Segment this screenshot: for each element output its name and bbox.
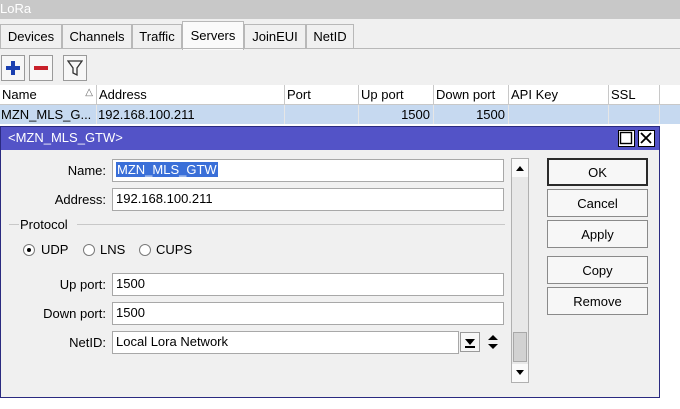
minus-icon [34,66,48,70]
remove-button[interactable] [29,55,53,81]
tab-label: Traffic [139,29,175,44]
window-titlebar: LoRa [0,0,680,19]
ok-button[interactable]: OK [547,158,648,186]
column-label: API Key [511,87,558,102]
cell-port [285,105,359,124]
column-label: Down port [436,87,496,102]
tab-devices[interactable]: Devices [0,24,62,49]
cell-api-key [509,105,609,124]
column-header-address[interactable]: Address [97,85,285,105]
name-label: Name: [67,163,106,178]
column-header-api-key[interactable]: API Key [509,85,609,105]
copy-button[interactable]: Copy [547,256,648,284]
arrow-down-icon [516,370,524,375]
protocol-group-label: Protocol [20,217,68,232]
tab-divider [0,48,680,49]
server-dialog: <MZN_MLS_GTW> Name: MZN_MLS_GTW Address:… [0,126,660,398]
tab-netid[interactable]: NetID [306,24,354,49]
column-header-port[interactable]: Port [285,85,359,105]
maximize-button[interactable] [618,130,635,147]
protocol-udp-radio[interactable] [23,244,35,256]
group-divider [77,224,505,225]
scroll-up-button[interactable] [512,159,528,177]
address-field[interactable]: 192.168.100.211 [112,188,504,211]
maximize-icon [619,131,633,145]
up-port-label: Up port: [59,277,106,292]
name-field[interactable]: MZN_MLS_GTW [112,159,504,182]
column-header-down-port[interactable]: Down port [434,85,509,105]
tab-joineui[interactable]: JoinEUI [244,24,306,49]
remove-entry-button[interactable]: Remove [547,287,648,315]
netid-select[interactable]: Local Lora Network [112,331,459,354]
group-divider [9,224,19,225]
netid-label: NetID: [69,335,106,350]
apply-button[interactable]: Apply [547,220,648,248]
close-icon [640,132,652,144]
protocol-cups-radio[interactable] [139,244,151,256]
column-label: SSL [611,87,636,102]
up-port-field[interactable]: 1500 [112,273,504,296]
scroll-thumb[interactable] [513,332,527,362]
cell-ssl [609,105,660,124]
toolbar [0,52,680,84]
tab-channels[interactable]: Channels [62,24,132,49]
down-port-label: Down port: [43,306,106,321]
name-value: MZN_MLS_GTW [116,162,218,177]
dialog-titlebar[interactable]: <MZN_MLS_GTW> [1,127,659,150]
tab-label: NetID [313,29,347,44]
dropdown-arrow-icon [465,339,475,348]
arrow-up-icon [516,166,524,171]
tab-label: Devices [7,29,55,44]
table-header: Name △ Address Port Up port Down port API… [0,85,680,105]
plus-icon [6,61,20,75]
column-label: Up port [361,87,404,102]
tab-servers[interactable]: Servers [182,21,244,50]
protocol-lns-radio[interactable] [83,244,95,256]
cell-name: MZN_MLS_G... [0,105,97,124]
tab-label: Channels [69,29,125,44]
tab-bar: Devices Channels Traffic Servers JoinEUI… [0,21,680,50]
cell-down-port: 1500 [434,105,509,124]
address-label: Address: [54,192,106,207]
protocol-udp-label: UDP [41,242,69,257]
dialog-scrollbar[interactable] [511,158,529,383]
column-header-up-port[interactable]: Up port [359,85,434,105]
netid-spinner[interactable] [485,332,503,354]
cell-up-port: 1500 [359,105,434,124]
tab-label: JoinEUI [252,29,298,44]
protocol-lns-label: LNS [100,242,126,257]
add-button[interactable] [1,55,25,81]
tab-label: Servers [190,28,236,43]
column-header-ssl[interactable]: SSL [609,85,660,105]
dialog-title: <MZN_MLS_GTW> [8,130,123,145]
column-label: Address [99,87,147,102]
column-label: Port [287,87,311,102]
scroll-down-button[interactable] [512,364,528,382]
filter-button[interactable] [63,55,87,81]
sort-indicator-icon: △ [85,87,93,98]
table-row[interactable]: MZN_MLS_G... 192.168.100.211 1500 1500 [0,105,680,124]
cancel-button[interactable]: Cancel [547,189,648,217]
filter-icon [67,60,83,77]
up-down-arrows-icon [488,335,498,349]
column-label: Name [2,87,37,102]
window-title: LoRa [0,1,32,16]
cell-address: 192.168.100.211 [97,105,285,124]
close-button[interactable] [638,130,655,147]
column-header-name[interactable]: Name △ [0,85,97,105]
netid-dropdown-button[interactable] [460,332,480,352]
tab-traffic[interactable]: Traffic [132,24,182,49]
down-port-field[interactable]: 1500 [112,302,504,325]
protocol-cups-label: CUPS [156,242,193,257]
